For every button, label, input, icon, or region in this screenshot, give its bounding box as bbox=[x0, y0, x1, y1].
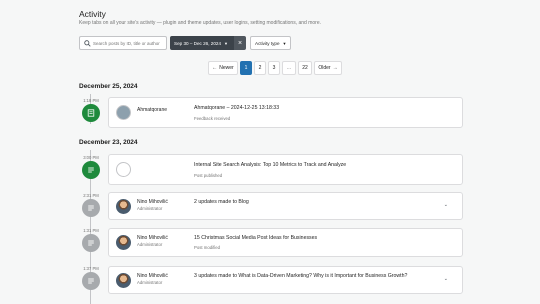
search-box[interactable] bbox=[79, 36, 167, 50]
user-role: Administrator bbox=[137, 206, 163, 211]
close-icon: × bbox=[237, 39, 243, 47]
chevron-down-icon: ▼ bbox=[282, 40, 287, 46]
entry-time: 3:00 PM bbox=[83, 155, 99, 160]
entry-status: Post published bbox=[194, 173, 223, 178]
user-name: Nino Mihovilić bbox=[137, 273, 168, 279]
post-icon bbox=[82, 199, 100, 217]
clear-date-button[interactable]: × bbox=[234, 36, 246, 50]
page-subtitle: Keep tabs on all your site’s activity — … bbox=[79, 20, 321, 26]
entry-time: 1:37 PM bbox=[83, 266, 99, 271]
form-icon bbox=[82, 104, 100, 122]
avatar bbox=[116, 235, 131, 250]
entry-status: Post modified bbox=[194, 245, 221, 250]
page-button-2[interactable]: 2 bbox=[254, 61, 266, 75]
date-range-button[interactable]: Sep 30 – Dec 26, 2024 ▼ bbox=[170, 36, 234, 50]
entry-title: 2 updates made to Blog bbox=[194, 199, 249, 205]
chevron-down-icon: ▼ bbox=[224, 40, 228, 46]
search-icon bbox=[84, 39, 91, 47]
date-range-label: Sep 30 – Dec 26, 2024 bbox=[174, 40, 221, 46]
user-name: Nino Mihovilić bbox=[137, 199, 168, 205]
avatar bbox=[116, 199, 131, 214]
date-heading: December 25, 2024 bbox=[79, 83, 138, 90]
activity-card[interactable]: Internal Site Search Analysis: Top 10 Me… bbox=[108, 154, 463, 185]
search-input[interactable] bbox=[93, 40, 166, 46]
user-role: Administrator bbox=[137, 280, 163, 285]
user-role: Administrator bbox=[137, 242, 163, 247]
entry-title: 3 updates made to What is Data-Driven Ma… bbox=[194, 273, 408, 279]
user-name: Ahmatqorane bbox=[137, 107, 168, 113]
entry-title: Internal Site Search Analysis: Top 10 Me… bbox=[194, 162, 347, 168]
page-button-1[interactable]: 1 bbox=[240, 61, 252, 75]
entry-time: 1:31 PM bbox=[83, 228, 99, 233]
avatar bbox=[116, 105, 131, 120]
avatar bbox=[116, 162, 131, 177]
arrow-left-icon: ← bbox=[212, 65, 218, 71]
avatar bbox=[116, 273, 131, 288]
activity-card[interactable]: Nino Mihovilić Administrator 15 Christma… bbox=[108, 228, 463, 257]
entry-time: 2:31 PM bbox=[83, 193, 99, 198]
entry-title: Ahmatqorane – 2024-12-25 13:18:33 bbox=[194, 105, 280, 111]
newer-label: Newer bbox=[219, 65, 234, 71]
user-name: Nino Mihovilić bbox=[137, 235, 168, 241]
activity-type-label: Activity type bbox=[255, 40, 280, 46]
entry-time: 1:18 PM bbox=[83, 98, 99, 103]
arrow-right-icon: → bbox=[332, 65, 338, 71]
older-label: Older bbox=[318, 65, 331, 71]
page-button-3[interactable]: 3 bbox=[268, 61, 280, 75]
chevron-down-icon[interactable]: ⌄ bbox=[444, 202, 448, 208]
activity-card[interactable]: Nino Mihovilić Administrator 2 updates m… bbox=[108, 192, 463, 220]
post-icon bbox=[82, 161, 100, 179]
chevron-down-icon[interactable]: ⌄ bbox=[444, 276, 448, 282]
older-button[interactable]: Older → bbox=[314, 61, 342, 75]
page-title: Activity bbox=[79, 9, 106, 19]
page-button-22[interactable]: 22 bbox=[298, 61, 312, 75]
date-heading: December 23, 2024 bbox=[79, 139, 138, 146]
newer-button[interactable]: ← Newer bbox=[208, 61, 238, 75]
entry-status: Feedback received bbox=[194, 116, 231, 121]
post-icon bbox=[82, 234, 100, 252]
entry-title: 15 Christmas Social Media Post Ideas for… bbox=[194, 235, 318, 241]
activity-card[interactable]: Nino Mihovilić Administrator 3 updates m… bbox=[108, 266, 463, 294]
pagination: ← Newer 1 2 3 ... 22 Older → bbox=[208, 61, 342, 75]
activity-card[interactable]: Ahmatqorane Ahmatqorane – 2024-12-25 13:… bbox=[108, 97, 463, 128]
activity-type-dropdown[interactable]: Activity type ▼ bbox=[250, 36, 291, 50]
page-ellipsis: ... bbox=[282, 61, 296, 75]
post-icon bbox=[82, 272, 100, 290]
